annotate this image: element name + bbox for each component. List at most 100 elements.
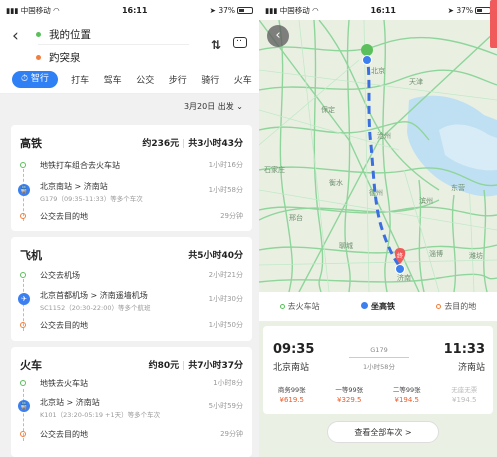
travel-mode-tabs: ⏱ 智行 打车 驾车 公交 步行 骑行 火车 — [0, 66, 259, 94]
map-label: 济南 — [397, 273, 411, 282]
depart-station: 北京南站 — [273, 363, 310, 373]
seat-price: ¥619.5 — [279, 396, 305, 404]
signal-icon: ▮▮▮ — [265, 5, 278, 15]
date-selector[interactable]: 3月20日 出发 ⌄ — [0, 94, 259, 118]
step: 公交去目的地 29分钟 — [20, 211, 243, 222]
card-summary: 约80元 | 共7小时37分 — [148, 361, 243, 371]
train-icon: 🚆 — [18, 184, 30, 196]
step: 公交去机场 2小时21分 — [20, 270, 243, 281]
more-icon[interactable] — [233, 34, 247, 48]
seat-price: ¥194.5 — [394, 396, 420, 404]
route-map-panel: ▮▮▮ 中国移动 ◠ 16:11 ➤ 37% 北京 天津 保定 沧州 德州 石家… — [259, 0, 497, 457]
train-duration: 1小时58分 — [363, 363, 395, 371]
circle-icon — [436, 304, 442, 309]
route-card-train[interactable]: 火车 约80元 | 共7小时37分 地铁去火车站 1小时8分 🚆 北京站 > 济南站 K1… — [11, 347, 252, 457]
start-pin-icon — [361, 44, 373, 56]
tab-drive[interactable]: 驾车 — [96, 73, 129, 86]
step-time: 1小时50分 — [208, 321, 243, 329]
card-title: 飞机 — [20, 249, 42, 262]
view-all-trains-button[interactable]: 查看全部车次 > — [327, 421, 439, 443]
arrive-time: 11:33 — [443, 342, 485, 357]
side-tab[interactable] — [490, 0, 497, 48]
seat-first[interactable]: 一等99张 ¥329.5 — [321, 384, 379, 404]
legend-label: 去火车站 — [287, 302, 320, 311]
tab-bike[interactable]: 骑行 — [194, 73, 227, 86]
clock: 16:11 — [121, 5, 148, 15]
destination-label: 趵突泉 — [49, 52, 81, 64]
map-label: 淄博 — [429, 249, 443, 258]
map-label: 保定 — [321, 105, 335, 114]
card-price: 约80元 — [148, 361, 180, 371]
map-label: 潍坊 — [469, 251, 483, 260]
battery-icon — [236, 7, 253, 14]
card-title: 高铁 — [20, 137, 42, 150]
map-label: 石家庄 — [264, 165, 285, 174]
end-circle-icon — [20, 431, 26, 437]
location-icon: ➤ — [209, 5, 216, 15]
status-bar: ▮▮▮ 中国移动 ◠ 16:11 ➤ 37% — [0, 0, 259, 20]
tab-train[interactable]: 火车 — [226, 73, 259, 86]
end-circle-icon — [20, 213, 26, 219]
map-label: 滨州 — [419, 196, 433, 205]
seat-business[interactable]: 商务99张 ¥619.5 — [263, 384, 321, 404]
step: 🚆 北京站 > 济南站 K101（23:20-05:19 +1天）等多个车次 5小时5… — [18, 397, 243, 419]
legend-item: 坐高铁 — [360, 301, 395, 312]
circle-icon — [279, 304, 285, 309]
route-card-high-speed-rail[interactable]: 高铁 约236元 | 共3小时43分 地铁打车组合去火车站 1小时16分 🚆 北京南站 … — [11, 125, 252, 231]
battery-percent: 37% — [456, 5, 473, 15]
legend-item: 去火车站 — [279, 301, 320, 312]
map-label: 聊城 — [339, 241, 353, 250]
tab-label: 智行 — [30, 74, 49, 84]
legend-label: 坐高铁 — [370, 302, 395, 311]
date-text: 3月20日 出发 — [183, 101, 234, 111]
route-search-box: ‹ 我的位置 趵突泉 ⇅ — [0, 20, 259, 66]
train-number: G179 — [370, 346, 388, 354]
tab-taxi[interactable]: 打车 — [64, 73, 97, 86]
map-label: 北京 — [371, 66, 385, 75]
wifi-icon: ◠ — [53, 5, 60, 15]
back-icon[interactable]: ‹ — [267, 25, 289, 47]
step: 地铁打车组合去火车站 1小时16分 — [20, 160, 243, 171]
destination-dot-icon — [36, 55, 41, 60]
card-title: 火车 — [20, 359, 42, 372]
origin-field[interactable]: 我的位置 — [36, 27, 91, 42]
card-summary: 约236元 | 共3小时43分 — [142, 139, 243, 149]
arrival-station-icon — [395, 264, 405, 274]
step-label: 公交去目的地 — [40, 430, 88, 439]
step-time: 2小时21分 — [208, 271, 243, 279]
seat-list: 商务99张 ¥619.5 一等99张 ¥329.5 二等99张 ¥194.5 无座无票… — [263, 384, 493, 404]
step-time: 5小时59分 — [208, 402, 243, 410]
tab-smart[interactable]: ⏱ 智行 — [12, 71, 58, 88]
train-detail-card[interactable]: 09:35 北京南站 G179 1小时58分 11:33 济南站 商务99张 ¥6… — [263, 326, 493, 414]
route-list-panel: ▮▮▮ 中国移动 ◠ 16:11 ➤ 37% ‹ 我的位置 趵突泉 ⇅ ⏱ 智行… — [0, 0, 259, 457]
location-icon: ➤ — [447, 5, 454, 15]
legend-label: 去目的地 — [444, 302, 477, 311]
card-summary: 共5小时40分 — [188, 248, 243, 261]
tab-walk[interactable]: 步行 — [161, 73, 194, 86]
back-icon[interactable]: ‹ — [12, 26, 19, 46]
route-card-flight[interactable]: 飞机 共5小时40分 公交去机场 2小时21分 ✈ 北京首都机场 > 济南遥墙机场 S… — [11, 237, 252, 341]
step-time: 1小时58分 — [208, 186, 243, 194]
end-circle-icon — [20, 322, 26, 328]
route-map[interactable]: 北京 天津 保定 沧州 德州 石家庄 衡水 邢台 聊城 滨州 东营 淄博 济南 … — [259, 20, 497, 292]
map-label: 天津 — [409, 78, 423, 86]
step: ✈ 北京首都机场 > 济南遥墙机场 SC1152（20:30-22:00）等多个航班… — [18, 290, 243, 312]
swap-icon[interactable]: ⇅ — [211, 38, 221, 52]
arrive-station: 济南站 — [457, 363, 485, 373]
step: 地铁去火车站 1小时8分 — [20, 378, 243, 389]
tab-bus[interactable]: 公交 — [129, 73, 162, 86]
card-duration: 共7小时37分 — [188, 361, 243, 371]
battery-percent: 37% — [218, 5, 235, 15]
train-icon: 🚆 — [18, 400, 30, 412]
clock: 16:11 — [370, 5, 396, 15]
map-label: 邢台 — [289, 213, 303, 222]
step-time: 29分钟 — [220, 430, 243, 438]
legend-item: 去目的地 — [436, 301, 476, 312]
seat-name: 无座无票 — [451, 386, 478, 394]
origin-label: 我的位置 — [49, 29, 91, 41]
seat-standing[interactable]: 无座无票 ¥194.5 — [436, 384, 494, 404]
route-legend: 去火车站 坐高铁 去目的地 — [259, 292, 497, 322]
seat-price: ¥329.5 — [337, 396, 362, 404]
seat-second[interactable]: 二等99张 ¥194.5 — [378, 384, 436, 404]
destination-field[interactable]: 趵突泉 — [36, 50, 81, 65]
